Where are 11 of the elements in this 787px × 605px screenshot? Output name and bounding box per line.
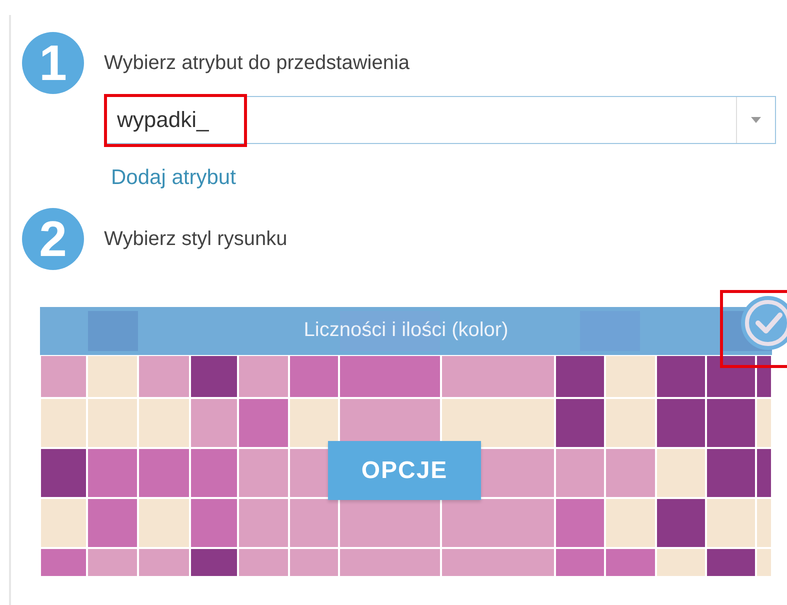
dropdown-value: wypadki_	[116, 107, 210, 133]
step-number: 1	[22, 32, 84, 94]
step-title: Wybierz atrybut do przedstawienia	[104, 52, 410, 74]
style-title: Liczności i ilości (kolor)	[302, 319, 510, 342]
step-number: 2	[22, 208, 84, 270]
style-card[interactable]: Liczności i ilości (kolor) OPCJE	[40, 307, 772, 577]
caret-icon	[750, 116, 762, 124]
step-title: Wybierz styl rysunku	[104, 228, 288, 250]
add-attribute-link[interactable]: Dodaj atrybut	[111, 166, 236, 190]
attribute-dropdown[interactable]: wypadki_	[104, 96, 776, 144]
options-button[interactable]: OPCJE	[328, 441, 481, 500]
